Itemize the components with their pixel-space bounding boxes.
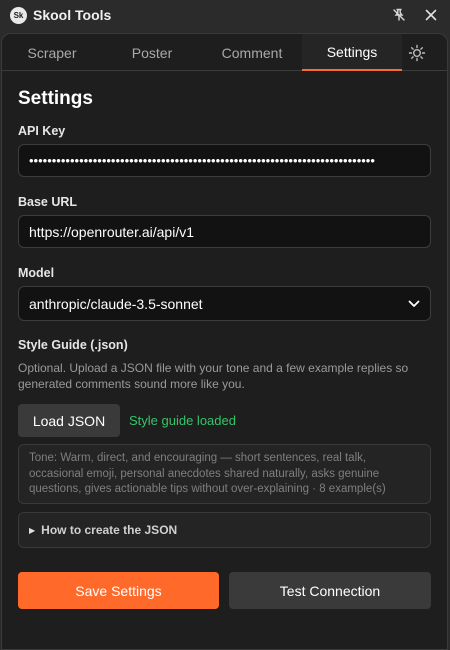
base-url-label: Base URL <box>18 195 78 209</box>
tab-bar: Scraper Poster Comment Settings <box>2 34 447 71</box>
model-selected-value: anthropic/claude-3.5-sonnet <box>29 295 203 312</box>
tab-poster[interactable]: Poster <box>102 34 202 71</box>
tab-settings[interactable]: Settings <box>302 34 402 71</box>
api-key-label: API Key <box>18 124 66 138</box>
close-icon[interactable] <box>419 4 443 26</box>
model-label: Model <box>18 266 55 280</box>
how-to-create-json-label: How to create the JSON <box>41 523 178 537</box>
tab-scraper[interactable]: Scraper <box>2 34 102 71</box>
chevron-down-icon <box>408 300 420 308</box>
style-guide-description: Optional. Upload a JSON file with your t… <box>18 361 409 391</box>
window-title: Skool Tools <box>33 7 112 23</box>
caret-right-icon: ▶ <box>29 525 36 535</box>
style-guide-label: Style Guide (.json) <box>18 338 128 352</box>
how-to-create-json-toggle[interactable]: ▶ How to create the JSON <box>18 512 431 548</box>
style-guide-status: Style guide loaded <box>129 413 236 428</box>
style-guide-preview: Tone: Warm, direct, and encouraging — sh… <box>18 444 431 504</box>
test-connection-button[interactable]: Test Connection <box>229 572 431 609</box>
save-settings-button[interactable]: Save Settings <box>18 572 219 609</box>
title-bar: Sk Skool Tools <box>0 0 450 32</box>
tab-comment[interactable]: Comment <box>202 34 302 71</box>
pin-off-icon[interactable] <box>387 4 411 26</box>
skool-logo: Sk <box>10 7 27 24</box>
base-url-input[interactable] <box>18 215 431 248</box>
model-select[interactable]: anthropic/claude-3.5-sonnet <box>18 286 431 321</box>
api-key-input[interactable] <box>18 144 431 177</box>
sun-icon[interactable] <box>404 40 430 66</box>
load-json-button[interactable]: Load JSON <box>18 404 120 437</box>
main-panel: Scraper Poster Comment Settings Settings… <box>1 33 448 650</box>
page-title: Settings <box>18 88 93 109</box>
